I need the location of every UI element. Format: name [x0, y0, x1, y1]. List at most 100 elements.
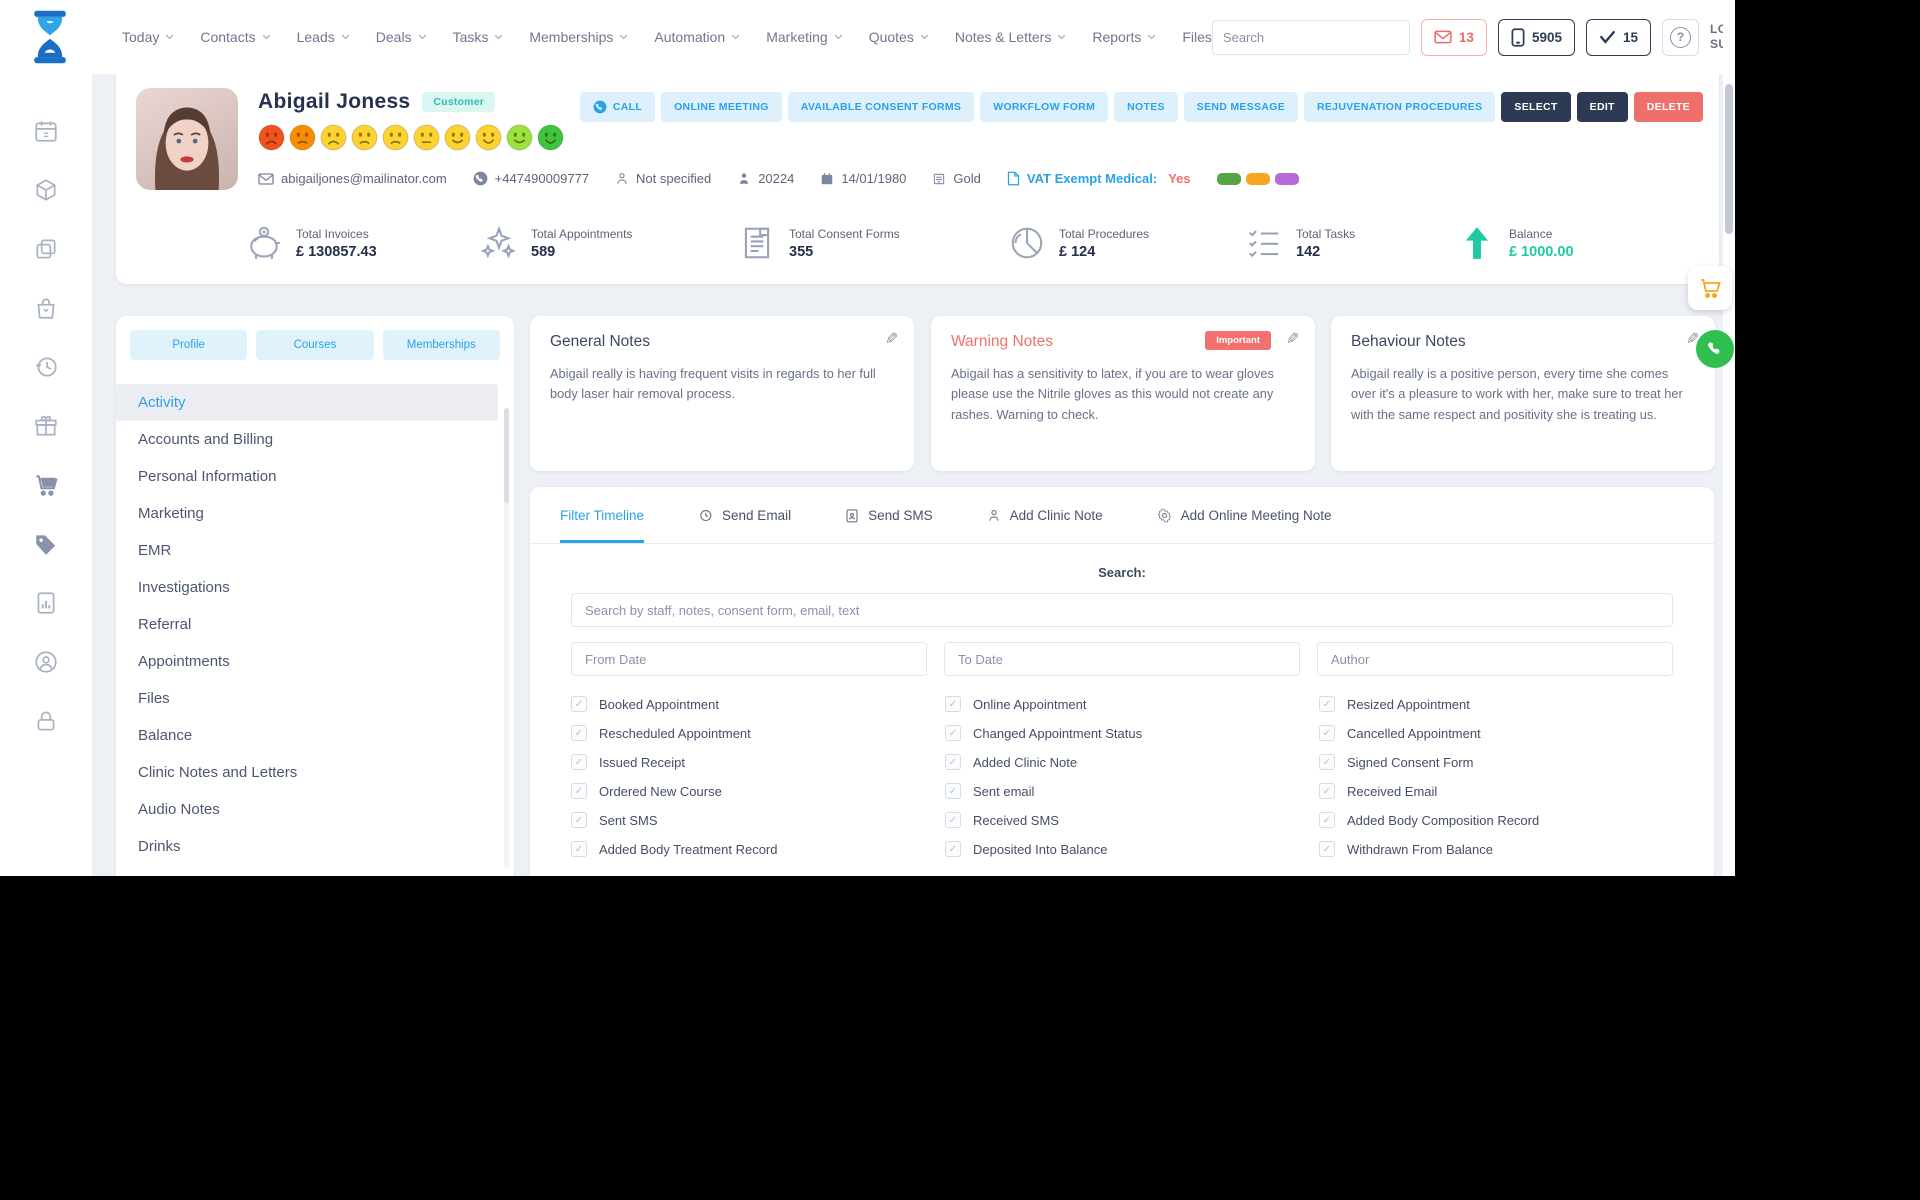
panel-section-item[interactable]: Activity — [116, 384, 498, 421]
timeline-search-input[interactable] — [571, 593, 1673, 627]
checkbox-checked-icon[interactable] — [1319, 725, 1335, 741]
panel-section-item[interactable]: Accounts and Billing — [116, 421, 498, 458]
tab-send-email[interactable]: Send Email — [698, 487, 791, 543]
filter-option[interactable]: Received SMS — [945, 812, 1319, 828]
panel-section-item[interactable]: Referral — [116, 606, 498, 643]
nav-item[interactable]: Today — [122, 29, 174, 45]
nav-item[interactable]: Marketing — [766, 29, 842, 45]
calendar-icon[interactable] — [33, 118, 59, 144]
panel-tab[interactable]: Courses — [256, 330, 374, 360]
filter-option[interactable]: Cancelled Appointment — [1319, 725, 1693, 741]
tab-add-online-meeting-note[interactable]: Add Online Meeting Note — [1157, 487, 1332, 543]
gift-icon[interactable] — [33, 413, 59, 439]
mood-face-icon[interactable] — [382, 124, 409, 151]
whatsapp-button[interactable] — [1696, 330, 1734, 368]
filter-option[interactable]: Added Body Composition Record — [1319, 812, 1693, 828]
mood-face-icon[interactable] — [475, 124, 502, 151]
filter-option[interactable]: Issued Receipt — [571, 754, 945, 770]
filter-option[interactable]: Signed Consent Form — [1319, 754, 1693, 770]
action-button[interactable]: WORKFLOW FORM — [980, 92, 1109, 122]
nav-item[interactable]: Deals — [376, 29, 427, 45]
panel-section-item[interactable]: Balance — [116, 717, 498, 754]
filter-option[interactable]: Sent SMS — [571, 812, 945, 828]
nav-item[interactable]: Contacts — [200, 29, 270, 45]
filter-option[interactable]: Deposited Into Balance — [945, 841, 1319, 857]
mood-face-icon[interactable] — [258, 124, 285, 151]
nav-item[interactable]: Reports — [1092, 29, 1156, 45]
tag-orange[interactable] — [1245, 172, 1270, 185]
help-button[interactable] — [1662, 18, 1700, 56]
checkbox-checked-icon[interactable] — [1319, 841, 1335, 857]
edit-pencil-icon[interactable] — [885, 329, 898, 348]
checkbox-checked-icon[interactable] — [945, 696, 961, 712]
checkbox-checked-icon[interactable] — [945, 754, 961, 770]
panel-section-item[interactable]: Marketing — [116, 495, 498, 532]
tab-send-sms[interactable]: Send SMS — [845, 487, 933, 543]
from-date-input[interactable] — [571, 642, 927, 676]
select-button[interactable]: SELECT — [1501, 92, 1571, 122]
checkbox-checked-icon[interactable] — [571, 841, 587, 857]
action-button[interactable]: NOTES — [1114, 92, 1178, 122]
panel-section-item[interactable]: Files — [116, 680, 498, 717]
mood-face-icon[interactable] — [320, 124, 347, 151]
client-phone[interactable]: +447490009777 — [473, 171, 589, 186]
nav-item[interactable]: Files — [1182, 29, 1212, 45]
client-email[interactable]: abigailjones@mailinator.com — [258, 171, 447, 186]
client-photo[interactable] — [136, 88, 238, 190]
report-chart-icon[interactable] — [33, 590, 59, 616]
nav-item[interactable]: Memberships — [529, 29, 628, 45]
nav-item[interactable]: Quotes — [869, 29, 929, 45]
tag-green[interactable] — [1216, 172, 1241, 185]
products-cube-icon[interactable] — [33, 177, 59, 203]
checkbox-checked-icon[interactable] — [1319, 696, 1335, 712]
panel-section-item[interactable]: Audio Notes — [116, 791, 498, 828]
panel-tab[interactable]: Memberships — [382, 330, 500, 360]
action-button[interactable]: SEND MESSAGE — [1183, 92, 1298, 122]
filter-option[interactable]: Added Body Treatment Record — [571, 841, 945, 857]
filter-option[interactable]: Booked Appointment — [571, 696, 945, 712]
filter-option[interactable]: Sent email — [945, 783, 1319, 799]
mood-face-icon[interactable] — [351, 124, 378, 151]
panel-scrollbar-thumb[interactable] — [504, 408, 509, 503]
edit-pencil-icon[interactable] — [1286, 329, 1299, 348]
action-button[interactable]: REJUVENATION PROCEDURES — [1304, 92, 1496, 122]
calls-button[interactable]: 5905 — [1497, 18, 1575, 56]
action-button[interactable]: CALL — [579, 92, 656, 122]
search-input[interactable] — [1222, 29, 1399, 45]
panel-section-item[interactable]: Drinks — [116, 828, 498, 865]
tag-purple[interactable] — [1274, 172, 1299, 185]
checkbox-checked-icon[interactable] — [1319, 783, 1335, 799]
filter-option[interactable]: Added Clinic Note — [945, 754, 1319, 770]
filter-option[interactable]: Online Appointment — [945, 696, 1319, 712]
nav-item[interactable]: Leads — [297, 29, 350, 45]
checkbox-checked-icon[interactable] — [571, 812, 587, 828]
nav-item[interactable]: Automation — [654, 29, 740, 45]
mood-face-icon[interactable] — [506, 124, 533, 151]
checkbox-checked-icon[interactable] — [571, 696, 587, 712]
nav-item[interactable]: Notes & Letters — [955, 29, 1067, 45]
filter-option[interactable]: Received Email — [1319, 783, 1693, 799]
tasks-button[interactable]: 15 — [1586, 18, 1652, 56]
panel-section-item[interactable]: Investigations — [116, 569, 498, 606]
checkbox-checked-icon[interactable] — [945, 841, 961, 857]
panel-section-item[interactable]: EMR — [116, 532, 498, 569]
panel-section-item[interactable]: Clinic Notes and Letters — [116, 754, 498, 791]
checkbox-checked-icon[interactable] — [1319, 812, 1335, 828]
lock-icon[interactable] — [33, 708, 59, 734]
panel-section-item[interactable]: Appointments — [116, 643, 498, 680]
filter-option[interactable]: Ordered New Course — [571, 783, 945, 799]
checkbox-checked-icon[interactable] — [945, 725, 961, 741]
panel-section-item[interactable]: Personal Information — [116, 458, 498, 495]
checkbox-checked-icon[interactable] — [945, 812, 961, 828]
cart-icon[interactable] — [33, 472, 59, 498]
panel-tab[interactable]: Profile — [130, 330, 248, 360]
floating-cart-button[interactable] — [1688, 266, 1732, 310]
duplicate-squares-icon[interactable] — [33, 236, 59, 262]
price-tag-icon[interactable] — [33, 531, 59, 557]
mood-face-icon[interactable] — [413, 124, 440, 151]
nav-item[interactable]: Tasks — [453, 29, 504, 45]
support-person-icon[interactable] — [33, 649, 59, 675]
checkbox-checked-icon[interactable] — [571, 783, 587, 799]
filter-option[interactable]: Changed Appointment Status — [945, 725, 1319, 741]
shopping-bag-icon[interactable] — [33, 295, 59, 321]
